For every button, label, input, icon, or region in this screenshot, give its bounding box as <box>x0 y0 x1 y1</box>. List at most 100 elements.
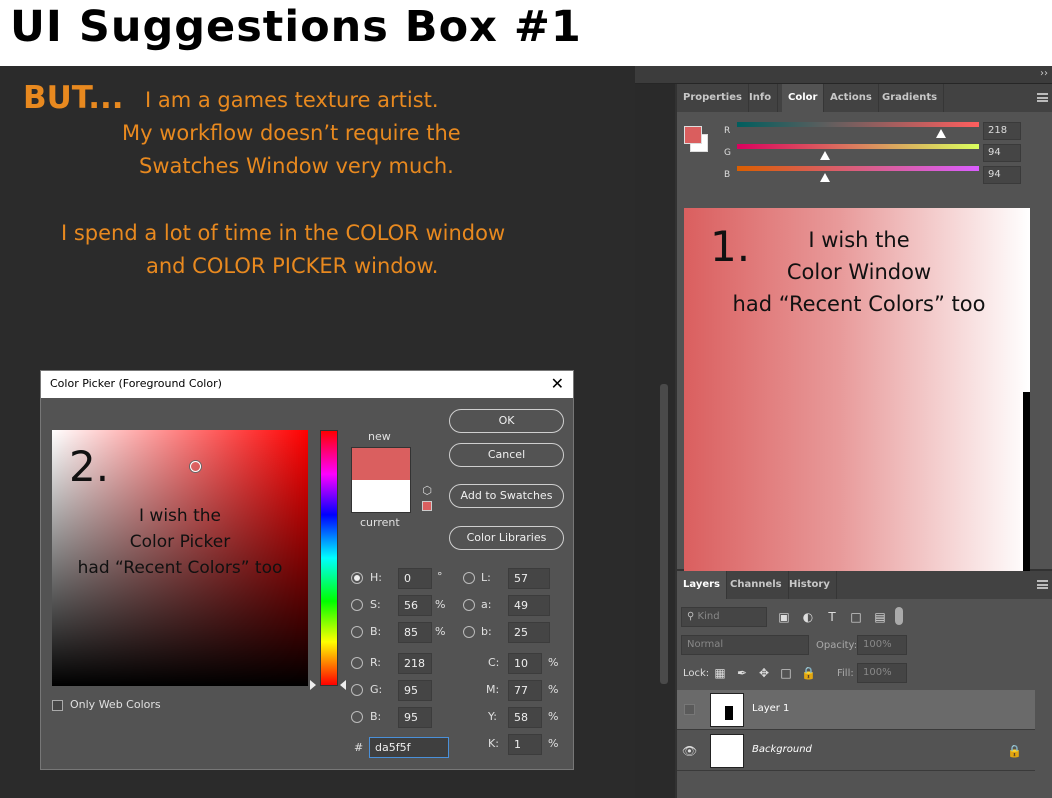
lock-icon: 🔒 <box>1007 744 1022 758</box>
slider-g-label: G <box>724 148 731 158</box>
ok-button[interactable]: OK <box>449 409 564 433</box>
slider-r-thumb[interactable] <box>936 129 946 138</box>
red-input[interactable]: 218 <box>398 653 432 674</box>
layer-1-visibility-toggle[interactable] <box>684 704 695 715</box>
panel-menu-icon[interactable] <box>1037 93 1048 102</box>
fill-field[interactable]: 100% <box>857 663 907 683</box>
tab-color[interactable]: Color <box>782 84 825 112</box>
blue-radio[interactable] <box>351 711 363 723</box>
adjustment-filter-icon[interactable]: ◐ <box>801 610 815 624</box>
add-to-swatches-button[interactable]: Add to Swatches <box>449 484 564 508</box>
dialog-title-bar: Color Picker (Foreground Color) ✕ <box>41 371 573 398</box>
magenta-input[interactable]: 77 <box>508 680 542 701</box>
current-color-preview[interactable] <box>351 480 411 513</box>
new-color-preview <box>351 447 411 480</box>
type-filter-icon[interactable]: T <box>825 610 839 624</box>
slider-b-label: B <box>724 170 731 180</box>
lock-all-icon[interactable]: 🔒 <box>801 666 816 680</box>
hex-input[interactable]: da5f5f <box>369 737 449 758</box>
lab-a-radio[interactable] <box>463 599 475 611</box>
dock-scrollbar[interactable] <box>660 384 668 684</box>
brightness-input[interactable]: 85 <box>398 622 432 643</box>
black-input[interactable]: 1 <box>508 734 542 755</box>
slider-g-track[interactable] <box>737 144 979 149</box>
ramp-scrollbar[interactable] <box>1023 392 1030 578</box>
slider-g-thumb[interactable] <box>820 151 830 160</box>
layer-kind-filter[interactable]: ⚲ Kind <box>681 607 767 627</box>
filter-toggle-icon[interactable] <box>895 607 903 625</box>
collapse-panels-icon[interactable]: ›› <box>1040 68 1048 79</box>
lock-paint-icon[interactable]: ✒ <box>735 666 749 680</box>
smart-object-filter-icon[interactable]: ▤ <box>873 610 887 624</box>
only-web-colors-checkbox[interactable] <box>52 700 63 711</box>
intro-line-2: My workflow doesn’t require the <box>122 121 461 145</box>
web-safe-swatch[interactable] <box>422 501 432 511</box>
saturation-input[interactable]: 56 <box>398 595 432 616</box>
yellow-input[interactable]: 58 <box>508 707 542 728</box>
color-field[interactable]: 2. I wish the Color Picker had “Recent C… <box>52 430 308 686</box>
red-radio[interactable] <box>351 657 363 669</box>
tab-info[interactable]: Info <box>743 84 779 112</box>
dialog-title: Color Picker (Foreground Color) <box>50 377 222 390</box>
intro-line-1: I am a games texture artist. <box>145 88 439 112</box>
color-libraries-button[interactable]: Color Libraries <box>449 526 564 550</box>
lab-b-radio[interactable] <box>463 626 475 638</box>
note-1-line-3: had “Recent Colors” too <box>732 292 986 316</box>
layer-row-background[interactable]: 👁 Background 🔒 <box>677 731 1035 771</box>
color-ramp[interactable]: 1. I wish the Color Window had “Recent C… <box>684 208 1030 578</box>
gamut-cube-icon[interactable]: ⬡ <box>420 484 434 498</box>
hue-arrow-left[interactable] <box>310 680 316 690</box>
cyan-input[interactable]: 10 <box>508 653 542 674</box>
hue-arrow-right[interactable] <box>340 680 346 690</box>
tab-gradients[interactable]: Gradients <box>876 84 945 112</box>
slider-r-track[interactable] <box>737 122 979 127</box>
slider-b-track[interactable] <box>737 166 979 171</box>
close-icon[interactable]: ✕ <box>551 374 564 393</box>
color-panel: Properties Info Color Actions Gradients … <box>677 84 1052 578</box>
color-panel-tabs: Properties Info Color Actions Gradients <box>677 84 1052 112</box>
lab-l-radio[interactable] <box>463 572 475 584</box>
opacity-field[interactable]: 100% <box>857 635 907 655</box>
cyan-label: C: <box>488 656 500 669</box>
note-1-line-2: Color Window <box>786 260 932 284</box>
slider-r-value[interactable]: 218 <box>983 122 1021 140</box>
slider-b-value[interactable]: 94 <box>983 166 1021 184</box>
image-filter-icon[interactable]: ▣ <box>777 610 791 624</box>
green-label: G: <box>370 683 383 696</box>
lock-artboard-icon[interactable]: □ <box>779 666 793 680</box>
shape-filter-icon[interactable]: □ <box>849 610 863 624</box>
hue-radio[interactable] <box>351 572 363 584</box>
note-2-line-2: Color Picker <box>129 532 231 552</box>
green-input[interactable]: 95 <box>398 680 432 701</box>
layers-menu-icon[interactable] <box>1037 580 1048 589</box>
saturation-radio[interactable] <box>351 599 363 611</box>
hue-input[interactable]: 0 <box>398 568 432 589</box>
lock-position-icon[interactable]: ✥ <box>757 666 771 680</box>
blend-mode-dropdown[interactable]: Normal <box>681 635 809 655</box>
slider-b-thumb[interactable] <box>820 173 830 182</box>
layer-1-name: Layer 1 <box>752 703 790 714</box>
layer-row-layer-1[interactable]: Layer 1 <box>677 690 1035 730</box>
blue-input[interactable]: 95 <box>398 707 432 728</box>
brightness-radio[interactable] <box>351 626 363 638</box>
tab-history[interactable]: History <box>783 571 837 599</box>
tab-channels[interactable]: Channels <box>724 571 789 599</box>
tab-properties[interactable]: Properties <box>677 84 749 112</box>
cancel-button[interactable]: Cancel <box>449 443 564 467</box>
tab-actions[interactable]: Actions <box>824 84 879 112</box>
panel-dock-strip <box>635 84 675 798</box>
foreground-color-swatch[interactable] <box>684 126 702 144</box>
yellow-unit: % <box>548 710 559 723</box>
lab-l-input[interactable]: 57 <box>508 568 550 589</box>
lock-label: Lock: <box>683 668 710 679</box>
lab-a-input[interactable]: 49 <box>508 595 550 616</box>
lab-b-input[interactable]: 25 <box>508 622 550 643</box>
hue-slider[interactable] <box>320 430 338 686</box>
tab-layers[interactable]: Layers <box>677 571 727 599</box>
slider-g-value[interactable]: 94 <box>983 144 1021 162</box>
lock-transparent-icon[interactable]: ▦ <box>713 666 727 680</box>
eye-icon[interactable]: 👁 <box>682 744 697 758</box>
note-2-line-3: had “Recent Colors” too <box>77 558 283 578</box>
color-field-cursor[interactable] <box>190 461 201 472</box>
green-radio[interactable] <box>351 684 363 696</box>
